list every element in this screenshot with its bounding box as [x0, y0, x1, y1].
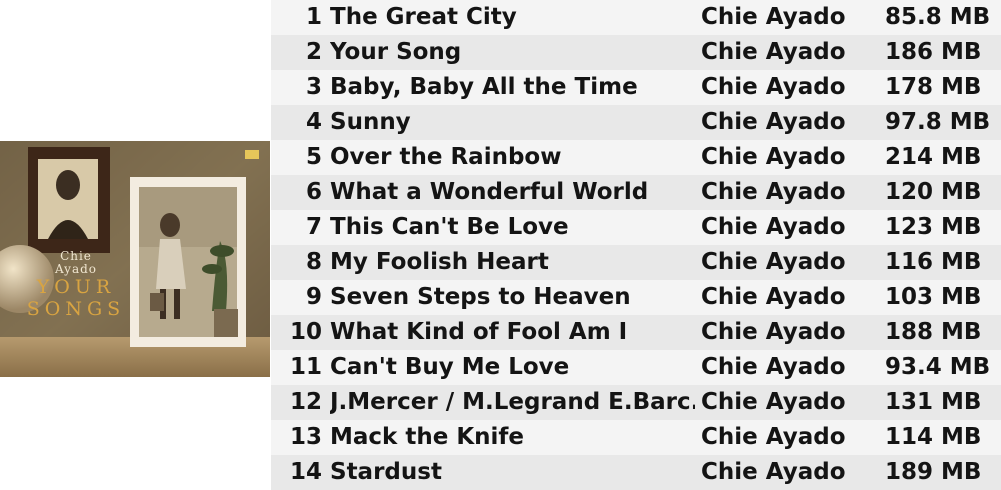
track-number: 4 — [305, 109, 322, 135]
track-title: The Great City — [330, 4, 517, 30]
track-number: 8 — [305, 249, 322, 275]
track-artist: Chie Ayado — [701, 144, 846, 170]
track-number: 6 — [305, 179, 322, 205]
track-number: 11 — [289, 354, 322, 380]
track-row[interactable]: 11 Can't Buy Me Love Chie Ayado 93.4 MB — [271, 350, 1001, 385]
track-artist: Chie Ayado — [701, 319, 846, 345]
track-row[interactable]: 8 My Foolish Heart Chie Ayado 116 MB — [271, 245, 1001, 280]
track-size: 120 MB — [885, 179, 982, 205]
track-number: 13 — [289, 424, 322, 450]
track-artist: Chie Ayado — [701, 459, 846, 485]
track-size: 93.4 MB — [885, 354, 991, 380]
track-artist: Chie Ayado — [701, 109, 846, 135]
cover-artist-line1: Chie — [60, 249, 92, 263]
track-title: Over the Rainbow — [330, 144, 562, 170]
track-title: This Can't Be Love — [330, 214, 569, 240]
track-artist: Chie Ayado — [701, 4, 846, 30]
track-number: 5 — [305, 144, 322, 170]
track-size: 131 MB — [885, 389, 982, 415]
album-cover[interactable]: Chie Ayado YOUR SONGS — [0, 141, 270, 377]
cover-title-line2: SONGS — [27, 298, 125, 320]
album-cover-art: Chie Ayado YOUR SONGS — [0, 141, 270, 377]
track-row[interactable]: 4 Sunny Chie Ayado 97.8 MB — [271, 105, 1001, 140]
track-size: 186 MB — [885, 39, 982, 65]
track-size: 103 MB — [885, 284, 982, 310]
track-row[interactable]: 14 Stardust Chie Ayado 189 MB — [271, 455, 1001, 490]
track-artist: Chie Ayado — [701, 214, 846, 240]
track-number: 1 — [305, 4, 322, 30]
track-row[interactable]: 3 Baby, Baby All the Time Chie Ayado 178 MB — [271, 70, 1001, 105]
track-title: Stardust — [330, 459, 442, 485]
track-size: 123 MB — [885, 214, 982, 240]
track-title: Your Song — [330, 39, 462, 65]
track-artist: Chie Ayado — [701, 424, 846, 450]
track-title: What a Wonderful World — [330, 179, 649, 205]
track-list: 1 The Great City Chie Ayado 85.8 MB 2 Your So… — [271, 0, 1001, 490]
track-title: My Foolish Heart — [330, 249, 549, 275]
track-number: 3 — [305, 74, 322, 100]
cover-artist-line2: Ayado — [54, 262, 97, 276]
track-number: 2 — [305, 39, 322, 65]
track-artist: Chie Ayado — [701, 389, 846, 415]
track-row[interactable]: 7 This Can't Be Love Chie Ayado 123 MB — [271, 210, 1001, 245]
track-row[interactable]: 9 Seven Steps to Heaven Chie Ayado 103 MB — [271, 280, 1001, 315]
track-title: Mack the Knife — [330, 424, 525, 450]
track-number: 12 — [289, 389, 322, 415]
track-size: 85.8 MB — [885, 4, 991, 30]
cover-title-line1: YOUR — [36, 276, 115, 298]
track-number: 7 — [305, 214, 322, 240]
track-number: 14 — [289, 459, 322, 485]
track-row[interactable]: 1 The Great City Chie Ayado 85.8 MB — [271, 0, 1001, 35]
track-row[interactable]: 13 Mack the Knife Chie Ayado 114 MB — [271, 420, 1001, 455]
track-artist: Chie Ayado — [701, 354, 846, 380]
track-size: 116 MB — [885, 249, 982, 275]
track-size: 178 MB — [885, 74, 982, 100]
track-artist: Chie Ayado — [701, 39, 846, 65]
track-title: Baby, Baby All the Time — [330, 74, 638, 100]
track-row[interactable]: 5 Over the Rainbow Chie Ayado 214 MB — [271, 140, 1001, 175]
track-size: 214 MB — [885, 144, 982, 170]
track-row[interactable]: 6 What a Wonderful World Chie Ayado 120 MB — [271, 175, 1001, 210]
track-artist: Chie Ayado — [701, 284, 846, 310]
track-size: 97.8 MB — [885, 109, 991, 135]
track-size: 114 MB — [885, 424, 982, 450]
track-title: Sunny — [330, 109, 411, 135]
track-number: 9 — [305, 284, 322, 310]
track-artist: Chie Ayado — [701, 249, 846, 275]
track-title: J.Mercer / M.Legrand E.Barc... — [330, 389, 695, 415]
track-row[interactable]: 2 Your Song Chie Ayado 186 MB — [271, 35, 1001, 70]
track-number: 10 — [289, 319, 322, 345]
track-row[interactable]: 10 What Kind of Fool Am I Chie Ayado 188 MB — [271, 315, 1001, 350]
track-row[interactable]: 12 J.Mercer / M.Legrand E.Barc... Chie Aya… — [271, 385, 1001, 420]
track-title: What Kind of Fool Am I — [330, 319, 628, 345]
track-size: 188 MB — [885, 319, 982, 345]
track-title: Seven Steps to Heaven — [330, 284, 631, 310]
track-artist: Chie Ayado — [701, 74, 846, 100]
track-title: Can't Buy Me Love — [330, 354, 570, 380]
track-size: 189 MB — [885, 459, 982, 485]
track-artist: Chie Ayado — [701, 179, 846, 205]
